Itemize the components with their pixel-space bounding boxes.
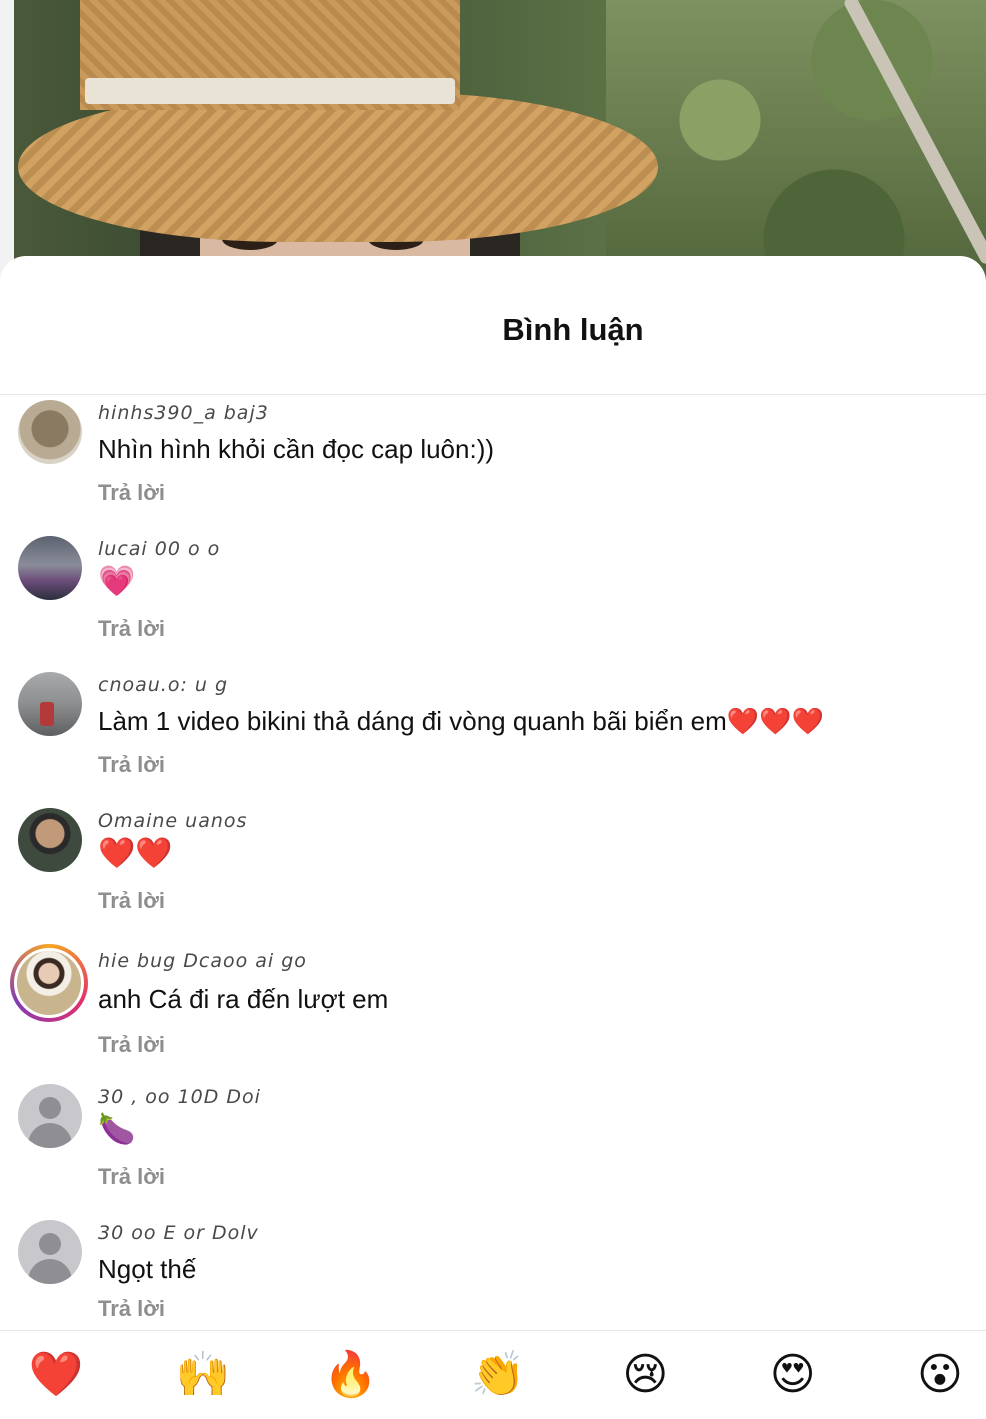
post-photo-background xyxy=(0,0,986,300)
person-icon-head xyxy=(39,1233,61,1255)
header-divider xyxy=(0,394,986,395)
reply-button[interactable]: Trả lời xyxy=(98,1164,165,1190)
photo-hat-brim xyxy=(18,92,658,242)
comment-username[interactable]: hie bug Dcaoo ai go xyxy=(98,950,307,972)
cat-avatar[interactable] xyxy=(18,400,82,464)
sheet-header: Bình luận xyxy=(0,256,986,396)
comment-item: lucai 00 o o 💗 Trả lời xyxy=(0,532,986,668)
person-icon-head xyxy=(39,1097,61,1119)
photo-hat-band xyxy=(85,78,455,104)
comment-text: 💗 xyxy=(98,565,136,598)
raised-hands-emoji-button[interactable]: 🙌 xyxy=(175,1353,231,1397)
man-avatar[interactable] xyxy=(18,808,82,872)
person-icon-body xyxy=(28,1123,72,1148)
comment-username[interactable]: 30 oo E or Dolv xyxy=(98,1222,259,1244)
comment-item: 30 oo E or Dolv Ngọt thế Trả lời xyxy=(0,1216,986,1331)
reply-button[interactable]: Trả lời xyxy=(98,1032,165,1058)
comment-list[interactable]: hinhs390_a baj3 Nhìn hình khỏi cần đọc c… xyxy=(0,396,986,1331)
city-avatar[interactable] xyxy=(18,536,82,600)
default-avatar[interactable] xyxy=(18,1220,82,1284)
heart-eyes-emoji-button[interactable]: 😍 xyxy=(765,1353,821,1397)
comment-username[interactable]: cnoau.o: u g xyxy=(98,674,228,696)
comment-username[interactable]: Omaine uanos xyxy=(98,810,247,832)
comment-text: Làm 1 video bikini thả dáng đi vòng quan… xyxy=(98,706,824,736)
comment-username[interactable]: lucai 00 o o xyxy=(98,538,220,560)
reply-button[interactable]: Trả lời xyxy=(98,480,165,506)
sheet-title: Bình luận xyxy=(502,312,644,347)
comment-username[interactable]: 30 , oo 10D Doi xyxy=(98,1086,261,1108)
fire-emoji-button[interactable]: 🔥 xyxy=(323,1353,379,1397)
comment-item: hinhs390_a baj3 Nhìn hình khỏi cần đọc c… xyxy=(0,396,986,532)
crying-emoji-button[interactable]: 😢 xyxy=(617,1353,673,1397)
comment-text: 🍆 xyxy=(98,1113,136,1146)
comment-text: Ngọt thế xyxy=(98,1254,197,1284)
heart-emoji-button[interactable]: ❤️ xyxy=(28,1353,84,1397)
comment-text: Nhìn hình khỏi cần đọc cap luôn:)) xyxy=(98,434,495,464)
clapping-emoji-button[interactable]: 👏 xyxy=(470,1353,526,1397)
comment-text: ❤️❤️ xyxy=(98,837,173,870)
reply-button[interactable]: Trả lời xyxy=(98,752,165,778)
girl-avatar-story[interactable] xyxy=(10,944,88,1022)
comment-item: hie bug Dcaoo ai go anh Cá đi ra đến lượ… xyxy=(0,940,986,1076)
reply-button[interactable]: Trả lời xyxy=(98,888,165,914)
default-avatar[interactable] xyxy=(18,1084,82,1148)
person-icon-body xyxy=(28,1259,72,1284)
avatar-photo xyxy=(14,948,84,1018)
reply-button[interactable]: Trả lời xyxy=(98,616,165,642)
comment-item: 30 , oo 10D Doi 🍆 Trả lời xyxy=(0,1080,986,1216)
comment-text: anh Cá đi ra đến lượt em xyxy=(98,984,389,1014)
reply-button[interactable]: Trả lời xyxy=(98,1296,165,1322)
surprised-emoji-button[interactable]: 😮 xyxy=(912,1353,968,1397)
road-avatar[interactable] xyxy=(18,672,82,736)
emoji-reaction-bar: ❤️ 🙌 🔥 👏 😢 😍 😮 xyxy=(0,1330,986,1419)
photo-left-strip xyxy=(0,0,14,300)
comment-username[interactable]: hinhs390_a baj3 xyxy=(98,402,269,424)
comment-item: cnoau.o: u g Làm 1 video bikini thả dáng… xyxy=(0,668,986,804)
comment-item: Omaine uanos ❤️❤️ Trả lời xyxy=(0,804,986,940)
comments-sheet: Bình luận hinhs390_a baj3 Nhìn hình khỏi… xyxy=(0,256,986,1419)
